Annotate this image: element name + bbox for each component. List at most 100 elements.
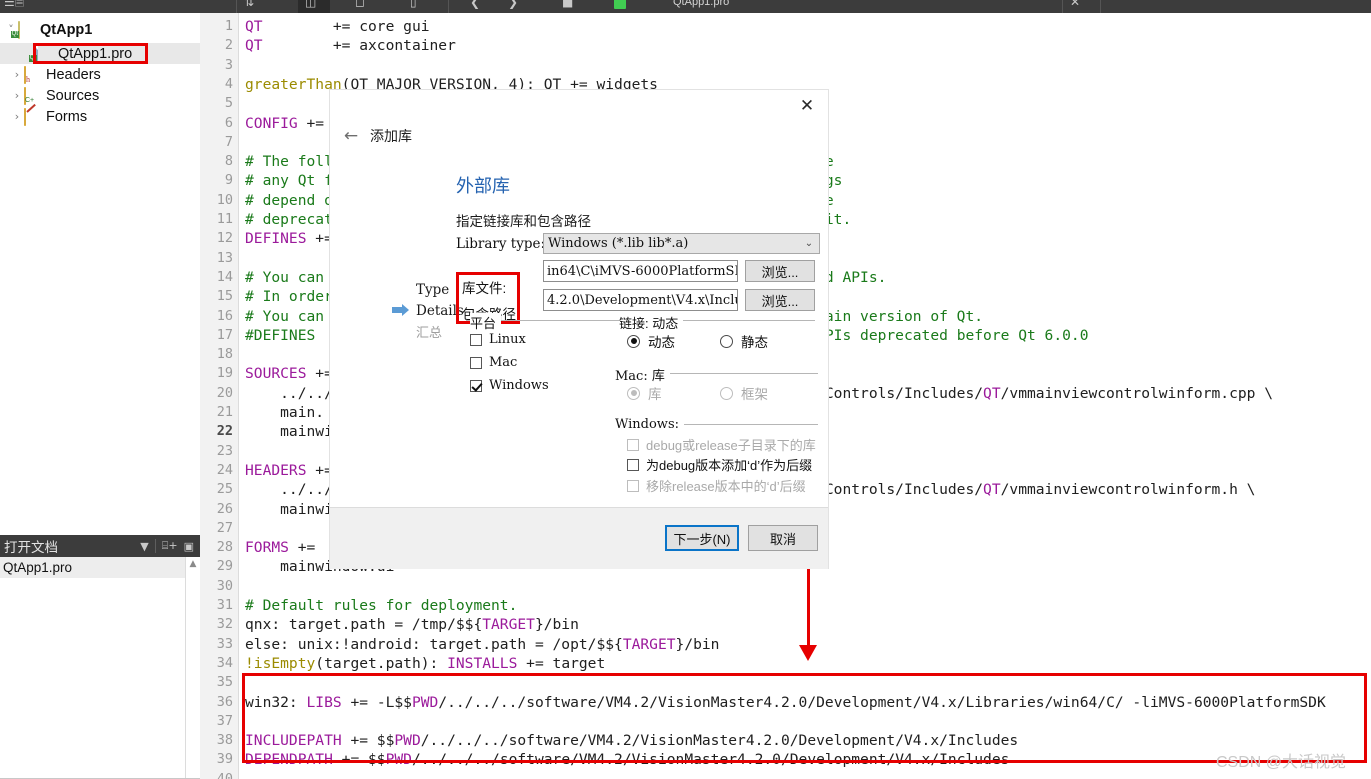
checkbox-checked-icon[interactable] [470,379,482,392]
code-line[interactable]: HEADERS += [245,461,333,480]
split-view-icon[interactable]: ◫ [305,0,316,9]
main-toolbar[interactable]: ☰🗎 ⇅ ◫ ◻ ▯ ❮ ❯ ■ QtApp1.pro ✕ [0,0,1371,13]
code-line[interactable]: main. [245,403,324,422]
line-number: 20 [216,384,233,401]
code-token: DEPENDPATH [245,751,333,769]
line-number: 30 [216,577,233,594]
tree-item-qtapp1-pro[interactable]: QtApp1.pro [0,43,222,64]
line-number: 37 [216,712,233,729]
code-line[interactable]: qnx: target.path = /tmp/$${TARGET}/bin [245,615,579,634]
line-number: 38 [216,732,233,749]
code-line[interactable]: QT += axcontainer [245,36,456,55]
line-number: 2 [224,37,233,54]
panel-menu-icon[interactable]: ▣ [184,540,194,553]
code-token: HEADERS [245,461,307,479]
include-path-input[interactable]: 4.2.0\Development\V4.x\Includes [543,289,738,311]
divider [154,539,156,553]
code-line[interactable]: else: unix:!android: target.path = /opt/… [245,635,719,654]
annotation-arrow-line [807,568,810,650]
chevron-down-icon[interactable]: ⌄ [799,238,819,249]
next-button[interactable]: 下一步(N) [665,525,739,551]
open-documents-scrollbar[interactable]: ▲ [185,557,200,779]
cancel-button[interactable]: 取消 [748,525,818,551]
checkbox-icon[interactable] [627,438,639,451]
mac-radio-library[interactable]: 库 [627,383,662,403]
code-token: win32: [245,693,307,711]
open-documents-panel[interactable]: 打开文档 ▼ ⌸+ ▣ QtApp1.pro ▲ [0,535,200,779]
tree-item-headers[interactable]: › Headers [0,64,210,85]
code-token: QT [245,18,263,35]
include-path-browse-button[interactable]: 浏览... [745,289,815,311]
checkbox-icon[interactable] [470,356,482,369]
code-token: }/bin [675,635,720,653]
tree-item-sources[interactable]: › Sources [0,85,210,106]
windows-checkbox-debug-suffix[interactable]: 为debug版本添加‘d’作为后缀 [627,455,812,474]
radio-icon[interactable] [720,334,733,348]
navigate-icon[interactable]: ⇅ [244,0,254,9]
editor-tab-label[interactable]: QtApp1.pro [673,0,729,8]
forward-arrow-icon[interactable]: ❯ [508,0,518,9]
code-line[interactable]: FORMS += [245,538,315,557]
code-line[interactable]: INCLUDEPATH += $$PWD/../../../software/V… [245,731,1018,750]
platform-checkbox-windows[interactable]: Windows [470,378,549,393]
platform-group-title: 平台 [470,313,502,332]
stop-icon[interactable]: ■ [562,0,573,9]
line-number: 32 [216,616,233,633]
link-radio-dynamic[interactable]: 动态 [627,331,675,351]
chevron-down-icon[interactable]: ▼ [140,540,148,553]
code-line[interactable]: DEFINES += [245,229,333,248]
chevron-right-icon[interactable]: › [10,89,24,102]
windows-checkbox-subdir[interactable]: debug或release子目录下的库 [627,435,816,454]
code-line[interactable]: !isEmpty(target.path): INSTALLS += targe… [245,654,605,673]
code-token: += axcontainer [262,37,456,55]
back-arrow-icon[interactable]: ❮ [470,0,480,9]
close-icon[interactable]: ✕ [794,95,820,117]
radio-selected-icon[interactable] [627,386,640,400]
line-number: 29 [216,558,233,575]
mac-radio-framework[interactable]: 框架 [720,383,768,403]
checkbox-label: 为debug版本添加‘d’作为后缀 [646,458,813,473]
platform-checkbox-mac[interactable]: Mac [470,355,517,370]
link-group-title: 链接: 动态 [619,313,684,332]
tree-item-forms[interactable]: › Forms [0,106,210,127]
radio-selected-icon[interactable] [627,334,640,348]
radio-label: 动态 [648,335,675,350]
panel-icon[interactable]: ▯ [410,0,417,9]
checkbox-icon[interactable] [627,458,639,471]
qt-pro-file-icon [36,44,53,63]
open-file-icon[interactable]: ☰🗎 [4,0,24,9]
line-number: 8 [224,153,233,170]
link-radio-static[interactable]: 静态 [720,331,768,351]
code-line[interactable]: QT += core gui [245,17,430,36]
windows-checkbox-remove-suffix[interactable]: 移除release版本中的‘d’后缀 [627,476,806,495]
line-number: 3 [224,56,233,73]
code-token: /vmmainviewcontrolwinform.cpp \ [1000,384,1273,402]
scroll-up-icon[interactable]: ▲ [186,559,200,569]
close-tab-icon[interactable]: ✕ [1070,0,1080,9]
code-token: += [297,114,325,132]
checkbox-icon[interactable] [627,479,639,492]
tree-item-qtapp1[interactable]: ˅ QtApp1 [0,19,204,40]
code-line[interactable]: win32: LIBS += -L$$PWD/../../../software… [245,693,1326,712]
project-tree-panel[interactable]: ˅ QtApp1 QtApp1.pro › Headers › Sources … [0,13,222,535]
split-panel-icon[interactable]: ⌸+ [162,539,178,553]
code-line[interactable]: # Default rules for deployment. [245,596,517,615]
code-line[interactable]: CONFIG += [245,114,324,133]
open-document-item[interactable]: QtApp1.pro [0,557,186,578]
code-token: QT [983,384,1001,402]
back-arrow-icon[interactable]: ← [338,125,364,147]
chevron-right-icon[interactable]: › [10,68,24,81]
radio-icon[interactable] [720,386,733,400]
platform-checkbox-linux[interactable]: Linux [470,332,526,347]
window-icon[interactable]: ◻ [355,0,365,9]
lib-file-input[interactable]: in64\C\iMVS-6000PlatformSDK.lib [543,260,738,282]
code-line[interactable]: DEPENDPATH += $$PWD/../../../software/VM… [245,750,1009,769]
lib-file-browse-button[interactable]: 浏览... [745,260,815,282]
library-type-select[interactable]: Windows (*.lib lib*.a) ⌄ [543,233,820,254]
add-library-dialog[interactable]: ✕ ← 添加库 Type Details 汇总 外部库 指定链接库和包含路径 L… [330,90,828,569]
line-number: 26 [216,500,233,517]
checkbox-icon[interactable] [470,333,482,346]
chevron-right-icon[interactable]: › [10,110,24,123]
code-token: += [288,539,316,557]
code-line[interactable]: SOURCES += [245,364,333,383]
